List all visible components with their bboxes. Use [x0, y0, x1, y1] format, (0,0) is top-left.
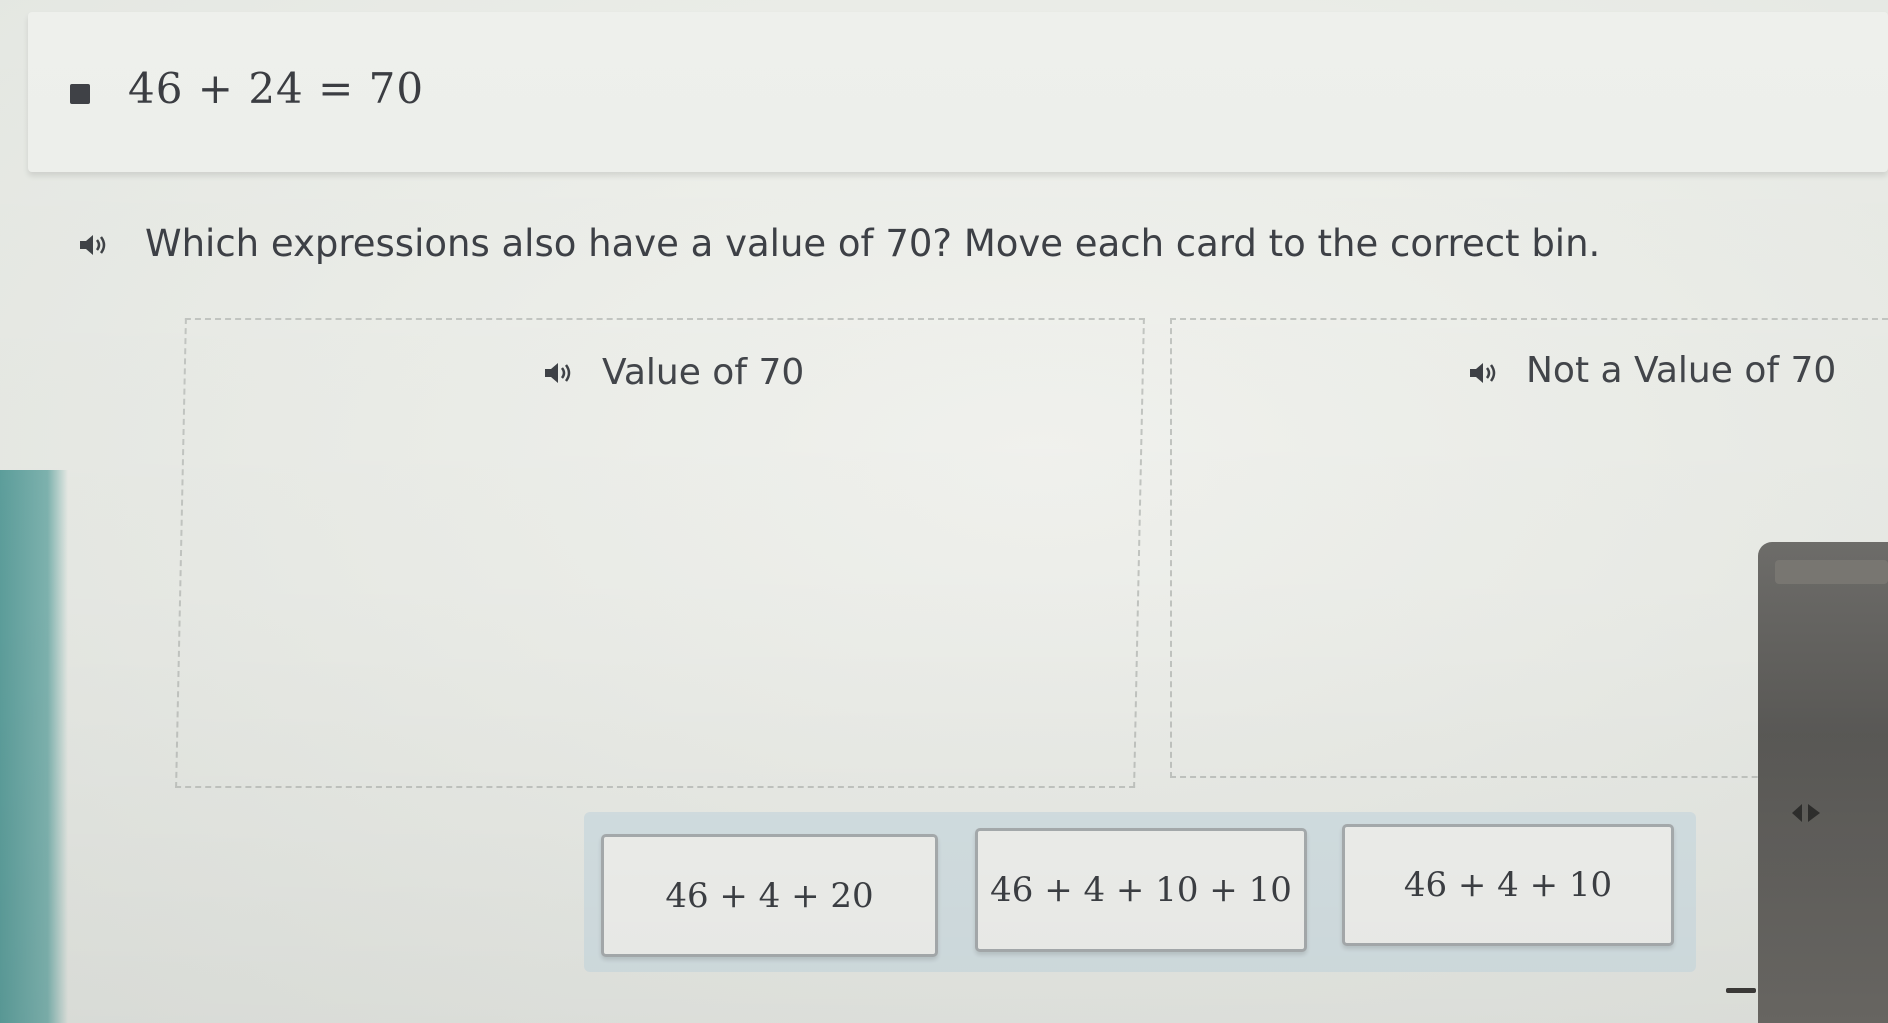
- expression-card[interactable]: 46 + 4 + 10 + 10: [975, 828, 1307, 952]
- speaker-icon[interactable]: [78, 232, 112, 258]
- speaker-icon[interactable]: [543, 360, 577, 386]
- side-panel-header: [1775, 560, 1888, 584]
- diamond-arrow-icon[interactable]: [1790, 800, 1822, 830]
- bin-title-not-value-of-70: Not a Value of 70: [1526, 350, 1837, 391]
- bin-title-value-of-70: Value of 70: [602, 352, 805, 393]
- expression-card[interactable]: 46 + 4 + 10: [1342, 824, 1674, 946]
- question-prompt: Which expressions also have a value of 7…: [145, 222, 1601, 265]
- equation-text: 46 + 24 = 70: [128, 64, 425, 113]
- dash-mark: [1726, 988, 1756, 993]
- square-bullet-icon: [70, 84, 90, 104]
- expression-card[interactable]: 46 + 4 + 20: [601, 834, 938, 957]
- speaker-icon[interactable]: [1468, 360, 1502, 386]
- side-panel: [1758, 542, 1888, 1023]
- device-edge: [0, 470, 68, 1023]
